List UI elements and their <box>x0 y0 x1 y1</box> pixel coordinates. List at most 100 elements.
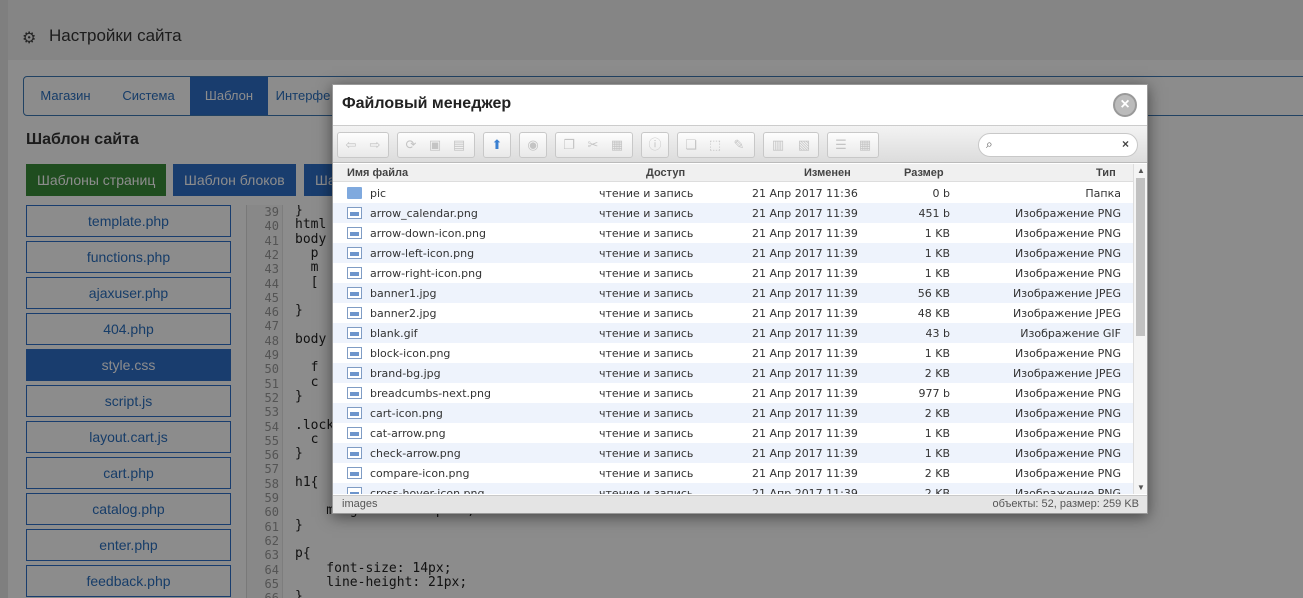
file-access: чтение и запись <box>599 327 694 340</box>
reload-icon[interactable]: ⟳ <box>400 135 422 155</box>
file-size: 1 KB <box>924 247 950 260</box>
file-modified: 21 Апр 2017 11:39 <box>752 427 858 440</box>
image-file-icon <box>347 467 362 479</box>
image-file-icon <box>347 387 362 399</box>
close-icon[interactable]: × <box>1113 93 1137 117</box>
save-icon[interactable]: ▤ <box>448 135 470 155</box>
dialog-title: Файловый менеджер <box>342 95 512 112</box>
view-icon[interactable]: ◉ <box>522 135 544 155</box>
search-icon: ⌕ <box>986 137 993 151</box>
file-row[interactable]: compare-icon.png чтение и запись 21 Апр 20… <box>333 463 1133 483</box>
file-row[interactable]: blank.gif чтение и запись 21 Апр 2017 11:3… <box>333 323 1133 343</box>
scroll-down-icon[interactable]: ▼ <box>1137 483 1145 492</box>
upload-icon[interactable]: ⬆ <box>486 135 508 155</box>
file-row[interactable]: arrow-left-icon.png чтение и запись 21 Апр… <box>333 243 1133 263</box>
toolbar-group-nav: ⇦ ⇨ <box>337 132 389 158</box>
file-access: чтение и запись <box>599 207 694 220</box>
file-manager-dialog: Файловый менеджер × ⇦ ⇨ ⟳ ▣ ▤ ⬆ ◉ ❐ ✂ ▦ … <box>332 84 1148 514</box>
file-row[interactable]: arrow-right-icon.png чтение и запись 21 Ап… <box>333 263 1133 283</box>
file-row[interactable]: arrow-down-icon.png чтение и запись 21 Апр… <box>333 223 1133 243</box>
file-type: Изображение PNG <box>1015 247 1121 260</box>
file-name: banner1.jpg <box>370 287 437 300</box>
extract-icon[interactable]: ▥ <box>767 135 789 155</box>
file-row[interactable]: cross-hover-icon.png чтение и запись 21 Ап… <box>333 483 1133 494</box>
image-file-icon <box>347 447 362 459</box>
image-file-icon <box>347 347 362 359</box>
file-access: чтение и запись <box>599 247 694 260</box>
file-row[interactable]: pic чтение и запись 21 Апр 2017 11:36 0 b Па… <box>333 183 1133 203</box>
file-row[interactable]: cat-arrow.png чтение и запись 21 Апр 2017 … <box>333 423 1133 443</box>
file-modified: 21 Апр 2017 11:39 <box>752 247 858 260</box>
image-file-icon <box>347 307 362 319</box>
file-name: banner2.jpg <box>370 307 437 320</box>
column-modified[interactable]: Изменен <box>804 167 851 179</box>
icons-view-icon[interactable]: ▦ <box>854 135 876 155</box>
toolbar-group-layout: ☰ ▦ <box>827 132 879 158</box>
file-row[interactable]: cart-icon.png чтение и запись 21 Апр 2017 … <box>333 403 1133 423</box>
file-size: 1 KB <box>924 347 950 360</box>
file-row[interactable]: check-arrow.png чтение и запись 21 Апр 201… <box>333 443 1133 463</box>
toolbar-group-clipboard: ❐ ✂ ▦ <box>555 132 633 158</box>
file-row[interactable]: arrow_calendar.png чтение и запись 21 Апр … <box>333 203 1133 223</box>
file-list: Имя файла Доступ Изменен Размер Тип pic ч… <box>333 164 1147 494</box>
file-type: Изображение PNG <box>1015 487 1121 494</box>
search-box[interactable]: ⌕ × <box>978 133 1138 157</box>
file-type: Изображение PNG <box>1015 427 1121 440</box>
file-name: arrow-left-icon.png <box>370 247 475 260</box>
toolbar-group-edit: ❏ ⬚ ✎ <box>677 132 755 158</box>
file-name: blank.gif <box>370 327 418 340</box>
list-view-icon[interactable]: ☰ <box>830 135 852 155</box>
file-size: 2 KB <box>924 407 950 420</box>
image-file-icon <box>347 287 362 299</box>
paste-icon[interactable]: ▦ <box>606 135 628 155</box>
file-access: чтение и запись <box>599 227 694 240</box>
select-icon[interactable]: ⬚ <box>704 135 726 155</box>
toolbar-group-info: ⓘ <box>641 132 669 158</box>
image-file-icon <box>347 207 362 219</box>
file-modified: 21 Апр 2017 11:39 <box>752 227 858 240</box>
file-access: чтение и запись <box>599 187 694 200</box>
file-size: 1 KB <box>924 427 950 440</box>
file-row[interactable]: brand-bg.jpg чтение и запись 21 Апр 2017 1… <box>333 363 1133 383</box>
rename-icon[interactable]: ✎ <box>728 135 750 155</box>
file-row[interactable]: breadcumbs-next.png чтение и запись 21 Апр… <box>333 383 1133 403</box>
file-access: чтение и запись <box>599 447 694 460</box>
cut-icon[interactable]: ✂ <box>582 135 604 155</box>
copy-icon[interactable]: ❐ <box>558 135 580 155</box>
back-icon[interactable]: ⇦ <box>340 135 362 155</box>
file-size: 0 b <box>932 187 950 200</box>
forward-icon[interactable]: ⇨ <box>364 135 386 155</box>
file-access: чтение и запись <box>599 307 694 320</box>
file-size: 48 KB <box>917 307 950 320</box>
column-access[interactable]: Доступ <box>646 167 685 179</box>
file-name: cart-icon.png <box>370 407 443 420</box>
file-modified: 21 Апр 2017 11:39 <box>752 327 858 340</box>
archive-icon[interactable]: ▧ <box>793 135 815 155</box>
info-icon[interactable]: ⓘ <box>644 135 666 155</box>
vertical-scrollbar[interactable]: ▲ ▼ <box>1133 164 1147 494</box>
search-input[interactable] <box>1003 136 1113 154</box>
scroll-thumb[interactable] <box>1136 178 1145 336</box>
file-name: arrow-right-icon.png <box>370 267 483 280</box>
scroll-up-icon[interactable]: ▲ <box>1137 166 1145 175</box>
column-name[interactable]: Имя файла <box>347 167 408 179</box>
file-access: чтение и запись <box>599 347 694 360</box>
file-size: 43 b <box>925 327 950 340</box>
file-row[interactable]: banner1.jpg чтение и запись 21 Апр 2017 11… <box>333 283 1133 303</box>
file-type: Изображение PNG <box>1015 227 1121 240</box>
file-list-header: Имя файла Доступ Изменен Размер Тип <box>333 164 1133 182</box>
clear-search-icon[interactable]: × <box>1122 137 1129 151</box>
file-type: Изображение PNG <box>1015 207 1121 220</box>
column-type[interactable]: Тип <box>1096 167 1116 179</box>
toolbar-group-archive: ▥ ▧ <box>763 132 819 158</box>
column-size[interactable]: Размер <box>904 167 944 179</box>
file-row[interactable]: block-icon.png чтение и запись 21 Апр 2017… <box>333 343 1133 363</box>
duplicate-icon[interactable]: ❏ <box>680 135 702 155</box>
file-row[interactable]: banner2.jpg чтение и запись 21 Апр 2017 11… <box>333 303 1133 323</box>
mkdir-icon[interactable]: ▣ <box>424 135 446 155</box>
status-bar: images объекты: 52, размер: 259 KB <box>333 495 1147 513</box>
file-type: Изображение PNG <box>1015 447 1121 460</box>
file-name: arrow-down-icon.png <box>370 227 486 240</box>
image-file-icon <box>347 407 362 419</box>
file-size: 2 KB <box>924 467 950 480</box>
